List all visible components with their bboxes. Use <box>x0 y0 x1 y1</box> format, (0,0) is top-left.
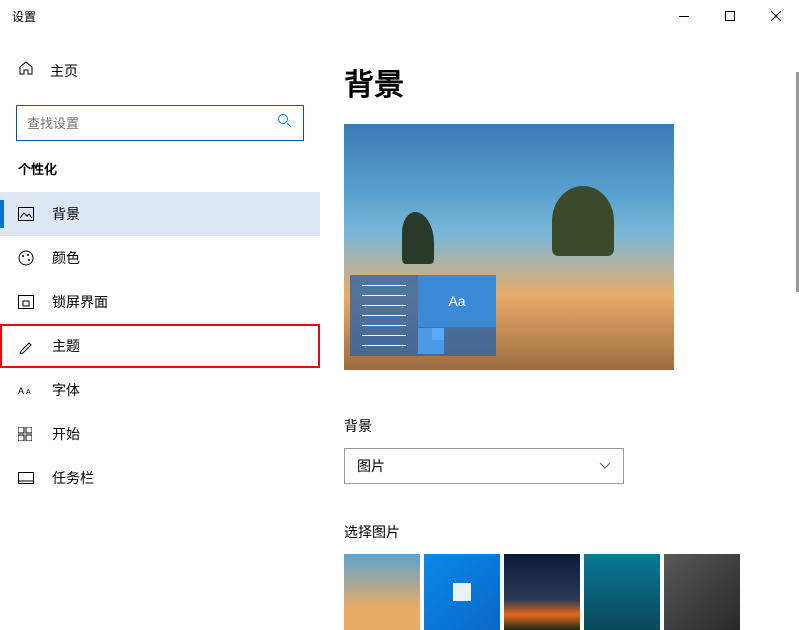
preview-start-overlay: Aa <box>350 275 496 356</box>
font-icon: AA <box>18 383 36 397</box>
dropdown-value: 图片 <box>357 456 599 476</box>
background-type-dropdown[interactable]: 图片 <box>344 448 624 484</box>
nav-item-lockscreen[interactable]: 锁屏界面 <box>0 280 320 324</box>
sidebar: 主页 个性化 背景 颜色 锁 <box>0 32 320 630</box>
svg-text:A: A <box>18 386 24 396</box>
nav-label: 背景 <box>52 204 80 224</box>
content-panel: 背景 Aa 背景 图片 选择图片 <box>320 32 799 630</box>
taskbar-icon <box>18 472 36 484</box>
titlebar: 设置 <box>0 0 799 32</box>
home-icon <box>18 60 34 81</box>
home-link[interactable]: 主页 <box>0 50 320 91</box>
search-box[interactable] <box>16 105 304 141</box>
thumbnail-2[interactable] <box>424 554 500 630</box>
minimize-button[interactable] <box>661 0 707 32</box>
nav-item-start[interactable]: 开始 <box>0 412 320 456</box>
nav-label: 字体 <box>52 380 80 400</box>
image-icon <box>18 207 36 221</box>
maximize-button[interactable] <box>707 0 753 32</box>
picture-thumbnails <box>344 554 775 630</box>
start-icon <box>18 427 36 441</box>
page-heading: 背景 <box>344 60 775 104</box>
nav-item-taskbar[interactable]: 任务栏 <box>0 456 320 500</box>
nav-item-colors[interactable]: 颜色 <box>0 236 320 280</box>
maximize-icon <box>725 11 735 21</box>
window-title: 设置 <box>12 8 36 25</box>
nav-item-fonts[interactable]: AA 字体 <box>0 368 320 412</box>
thumbnail-1[interactable] <box>344 554 420 630</box>
choose-picture-label: 选择图片 <box>344 522 775 542</box>
close-icon <box>771 11 781 21</box>
thumbnail-4[interactable] <box>584 554 660 630</box>
background-label: 背景 <box>344 416 775 436</box>
nav-item-themes[interactable]: 主题 <box>0 324 320 368</box>
nav-item-background[interactable]: 背景 <box>0 192 320 236</box>
search-input[interactable] <box>27 116 277 131</box>
minimize-icon <box>679 16 689 17</box>
thumbnail-5[interactable] <box>664 554 740 630</box>
preview-tile-text: Aa <box>418 275 496 327</box>
main-area: 主页 个性化 背景 颜色 锁 <box>0 32 799 630</box>
search-icon <box>277 113 293 134</box>
lock-icon <box>18 295 36 309</box>
chevron-down-icon <box>599 462 611 470</box>
nav-label: 颜色 <box>52 248 80 268</box>
nav-label: 锁屏界面 <box>52 292 108 312</box>
window-controls <box>661 0 799 32</box>
palette-icon <box>18 250 36 266</box>
svg-text:A: A <box>26 389 31 396</box>
section-title: 个性化 <box>0 159 320 192</box>
home-label: 主页 <box>50 61 78 81</box>
nav-label: 开始 <box>52 424 80 444</box>
nav-label: 主题 <box>52 336 80 356</box>
theme-icon <box>18 338 36 354</box>
close-button[interactable] <box>753 0 799 32</box>
desktop-preview: Aa <box>344 124 674 370</box>
nav-label: 任务栏 <box>52 468 94 488</box>
thumbnail-3[interactable] <box>504 554 580 630</box>
